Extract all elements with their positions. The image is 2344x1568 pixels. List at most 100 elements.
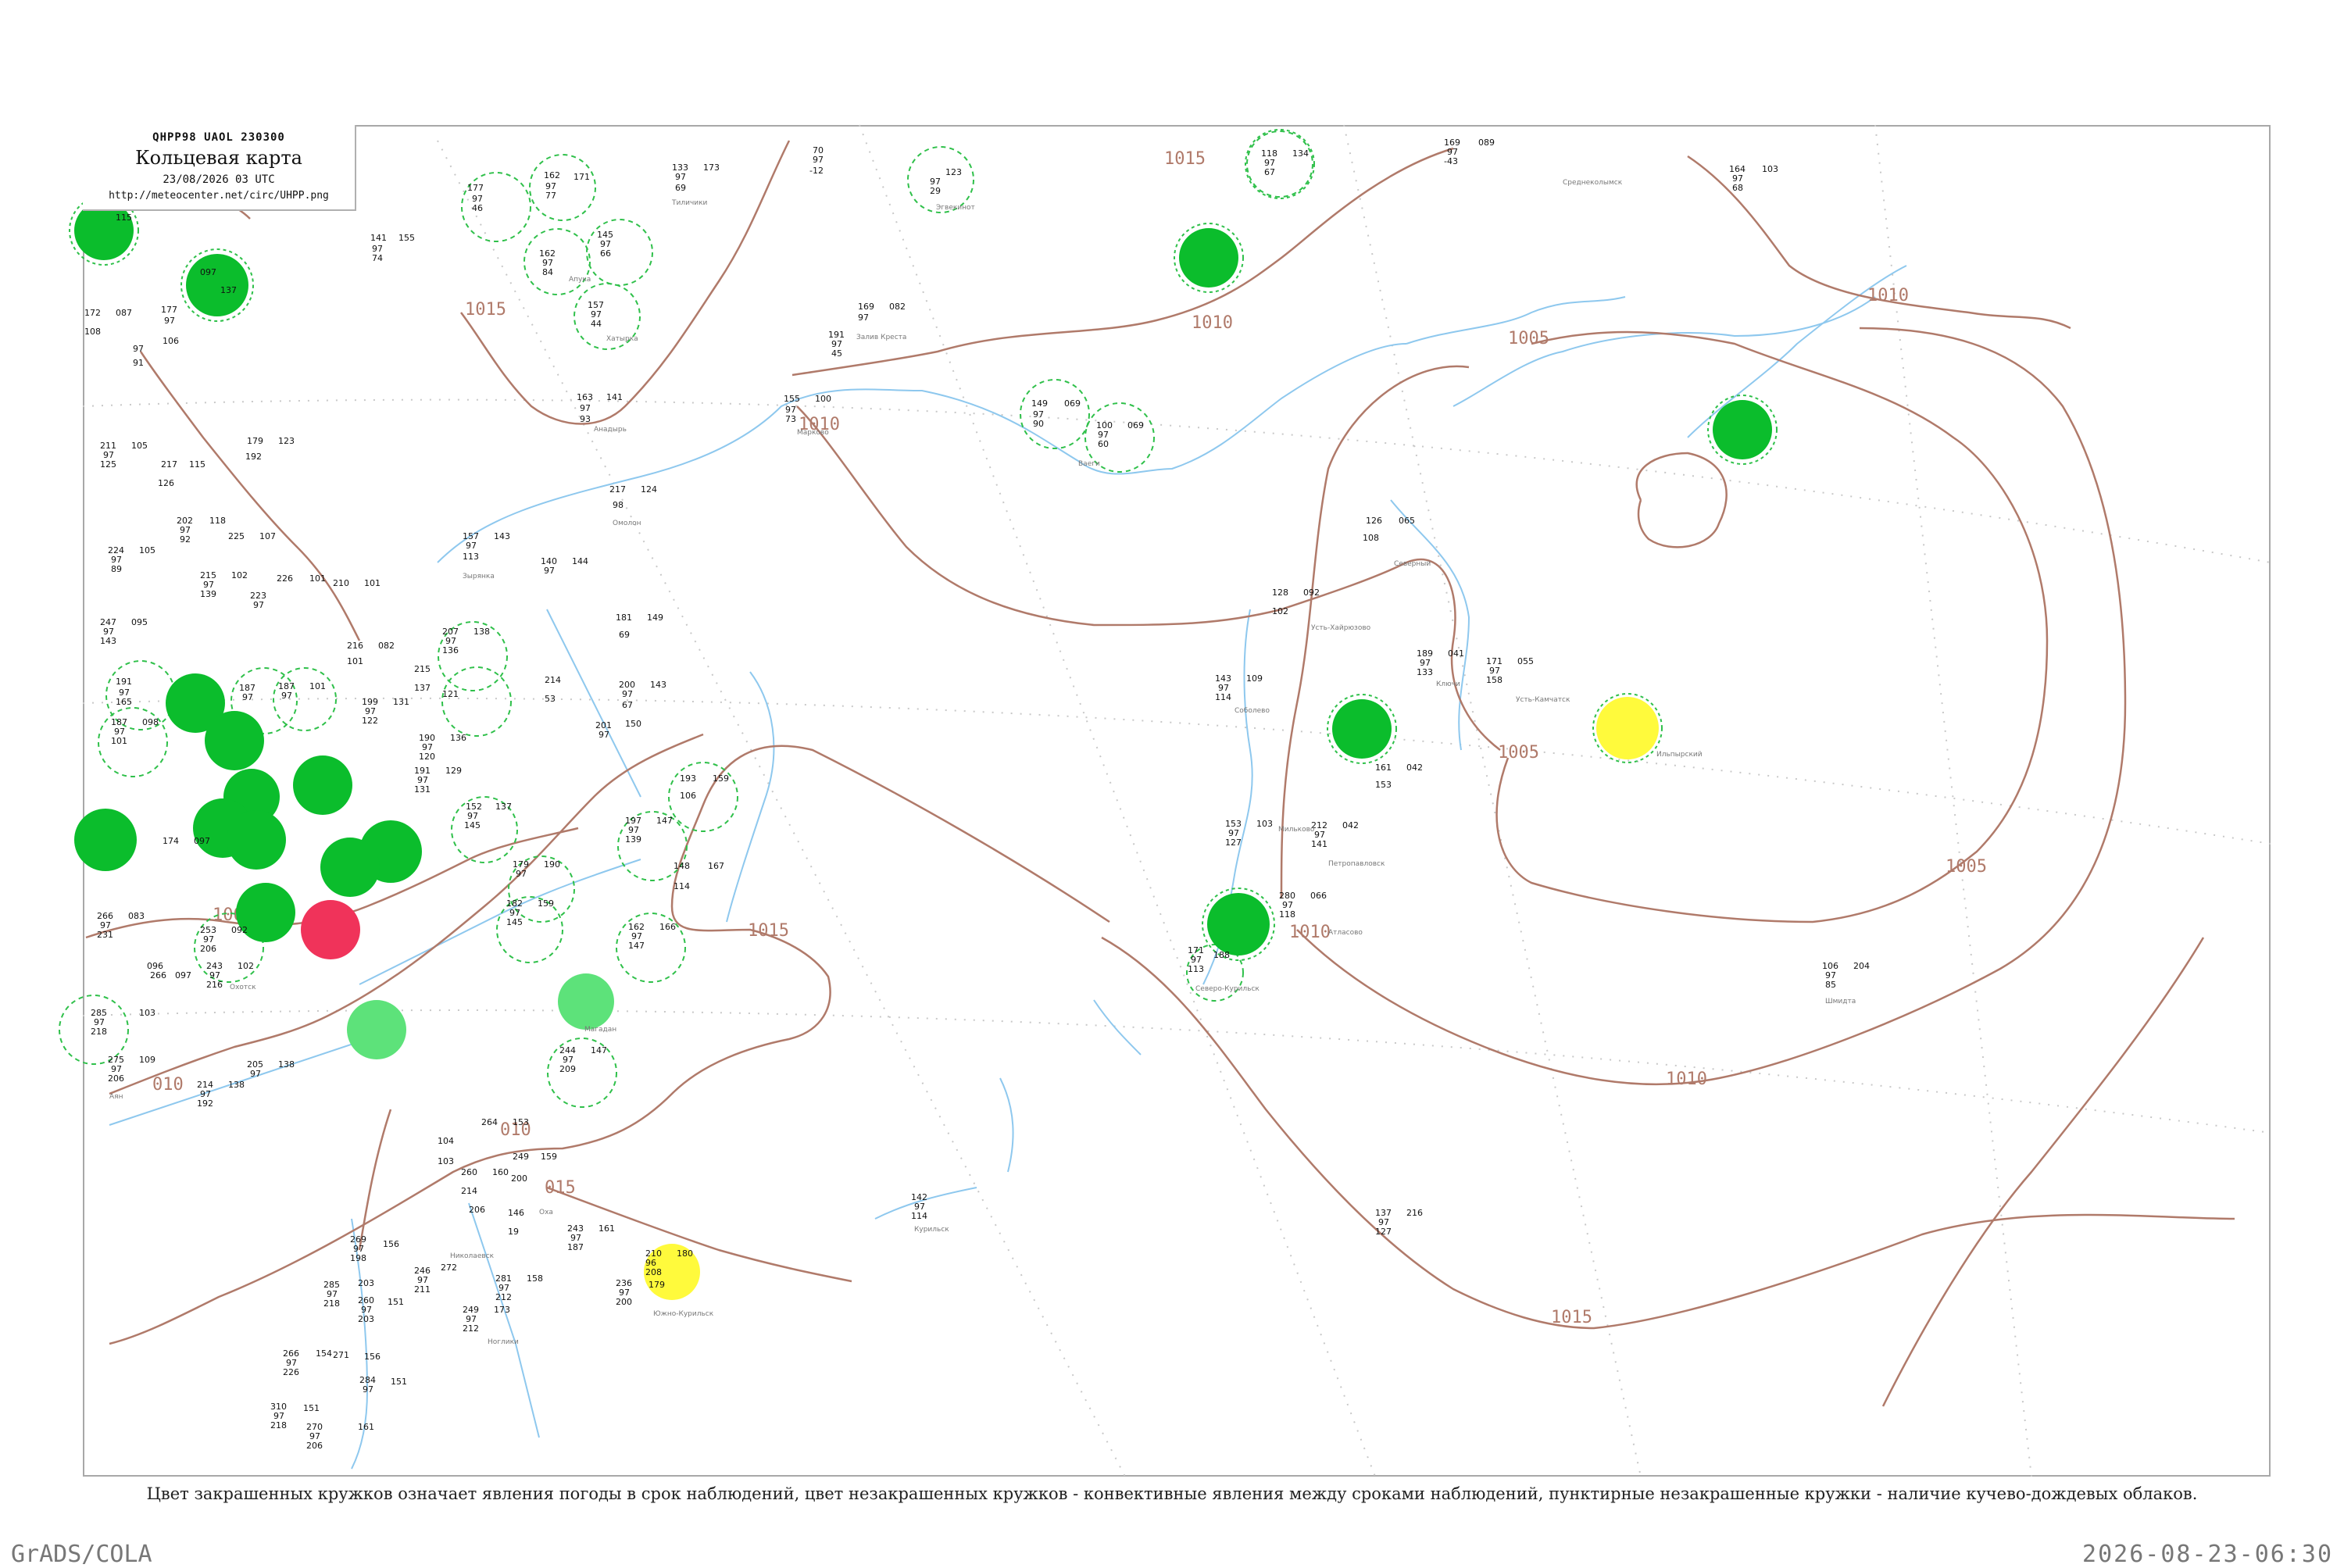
- place-label: Омолон: [613, 520, 641, 527]
- station-value: 146: [508, 1208, 524, 1218]
- station-value: 45: [831, 348, 842, 359]
- station-value: 93: [580, 414, 591, 424]
- weather-circle-green: [293, 755, 352, 815]
- station-value: -12: [809, 166, 824, 176]
- place-label: Соболево: [1235, 707, 1270, 715]
- station-value: 141: [606, 392, 623, 402]
- place-label: Зырянка: [463, 573, 495, 580]
- place-label: Оха: [539, 1209, 553, 1216]
- station-value: 173: [494, 1305, 510, 1315]
- station-value: 041: [1448, 648, 1464, 659]
- station-value: 092: [231, 925, 248, 935]
- isobar-label: 1015: [1164, 149, 1206, 169]
- station-value: 73: [785, 414, 796, 424]
- station-value: 153: [513, 1117, 529, 1127]
- station-value: 066: [1310, 891, 1327, 901]
- station-value: 266: [150, 970, 166, 980]
- station-value: 097: [200, 267, 216, 277]
- place-label: Анадырь: [594, 426, 627, 434]
- station-value: 104: [438, 1136, 454, 1146]
- station-value: 208: [645, 1267, 662, 1277]
- station-value: 200: [616, 1297, 632, 1307]
- station-value: 74: [372, 253, 383, 263]
- station-value: 217: [609, 484, 626, 495]
- station-value: 122: [362, 716, 378, 726]
- station-value: 188: [1213, 950, 1230, 960]
- station-value: 101: [364, 578, 381, 588]
- bulletin-code: QHPP98 UAOL 230300: [152, 131, 285, 144]
- isobar-label: 1005: [1946, 857, 1987, 877]
- map-canvas: 1015101510101010100510101005100510101015…: [59, 124, 2271, 1477]
- latlon-grid: [82, 124, 2271, 1477]
- station-value: 97: [858, 313, 869, 323]
- station-value: 165: [116, 697, 132, 707]
- cb-ring: [1246, 130, 1313, 198]
- station-value: 215: [414, 664, 431, 674]
- map-time: 23/08/2026 03 UTC: [163, 173, 275, 186]
- generated-timestamp: 2026-08-23-06:30: [2082, 1541, 2333, 1568]
- station-value: 159: [538, 898, 554, 909]
- station-value: 158: [1486, 675, 1503, 685]
- station-value: 155: [784, 394, 800, 404]
- station-value: 069: [1064, 398, 1081, 409]
- station-value: 069: [1127, 420, 1144, 430]
- station-value: 217: [161, 459, 177, 470]
- station-value: 103: [1762, 164, 1778, 174]
- station-value: 098: [142, 717, 159, 727]
- station-value: 167: [708, 861, 724, 871]
- station-value: 179: [247, 436, 263, 446]
- weather-circle-light_green: [347, 1000, 406, 1059]
- station-value: 163: [577, 392, 593, 402]
- weather-circle-light_green: [558, 973, 614, 1030]
- station-value: 109: [139, 1055, 155, 1065]
- place-label: Ключи: [1436, 680, 1460, 688]
- station-value: 200: [511, 1173, 527, 1184]
- station-value: 198: [350, 1253, 366, 1263]
- station-value: 102: [231, 570, 248, 580]
- station-value: 69: [675, 183, 686, 193]
- station-value: 134: [1292, 148, 1309, 159]
- isobar-label: 1005: [1508, 329, 1549, 348]
- station-value: 97: [599, 730, 609, 740]
- station-value: 89: [111, 564, 122, 574]
- station-value: 118: [209, 516, 226, 526]
- station-value: 101: [111, 736, 127, 746]
- station-value: 151: [391, 1377, 407, 1387]
- source-link[interactable]: http://meteocenter.net/circ/UHPP.png: [83, 190, 355, 202]
- map-title: Кольцевая карта: [135, 147, 302, 169]
- legend-caption: Цвет закрашенных кружков означает явлени…: [146, 1484, 2198, 1503]
- station-value: 68: [1732, 183, 1743, 193]
- station-value: 114: [674, 881, 690, 891]
- place-label: Ноглики: [488, 1338, 519, 1346]
- station-value: 129: [445, 766, 462, 776]
- station-value: 204: [1853, 961, 1870, 971]
- station-value: 160: [492, 1167, 509, 1177]
- station-value: 85: [1825, 980, 1836, 990]
- station-value: 126: [1366, 516, 1382, 526]
- place-label: Северо-Курильск: [1195, 985, 1260, 993]
- station-value: 272: [441, 1263, 457, 1273]
- station-value: 97: [675, 172, 686, 182]
- cb-ring: [529, 154, 596, 221]
- place-label: Шмидта: [1825, 998, 1856, 1005]
- station-value: 218: [91, 1027, 107, 1037]
- place-label: Залив Креста: [856, 334, 906, 341]
- station-value: 131: [393, 697, 409, 707]
- station-value: 089: [1478, 138, 1495, 148]
- station-value: 141: [1311, 839, 1327, 849]
- station-value: 159: [713, 773, 729, 784]
- station-value: 214: [461, 1186, 477, 1196]
- station-value: 115: [189, 459, 205, 470]
- station-value: 082: [378, 641, 395, 651]
- station-value: 212: [463, 1323, 479, 1334]
- isobar-label: 1010: [1192, 313, 1233, 333]
- station-value: 108: [1363, 533, 1379, 543]
- station-value: 174: [163, 836, 179, 846]
- station-value: 211: [414, 1284, 431, 1295]
- station-value: 67: [1264, 167, 1275, 177]
- station-value: 123: [278, 436, 295, 446]
- cb-ring: [1020, 379, 1090, 449]
- place-label: Мильково: [1278, 826, 1315, 834]
- station-value: 91: [133, 358, 144, 368]
- station-value: 190: [544, 859, 560, 870]
